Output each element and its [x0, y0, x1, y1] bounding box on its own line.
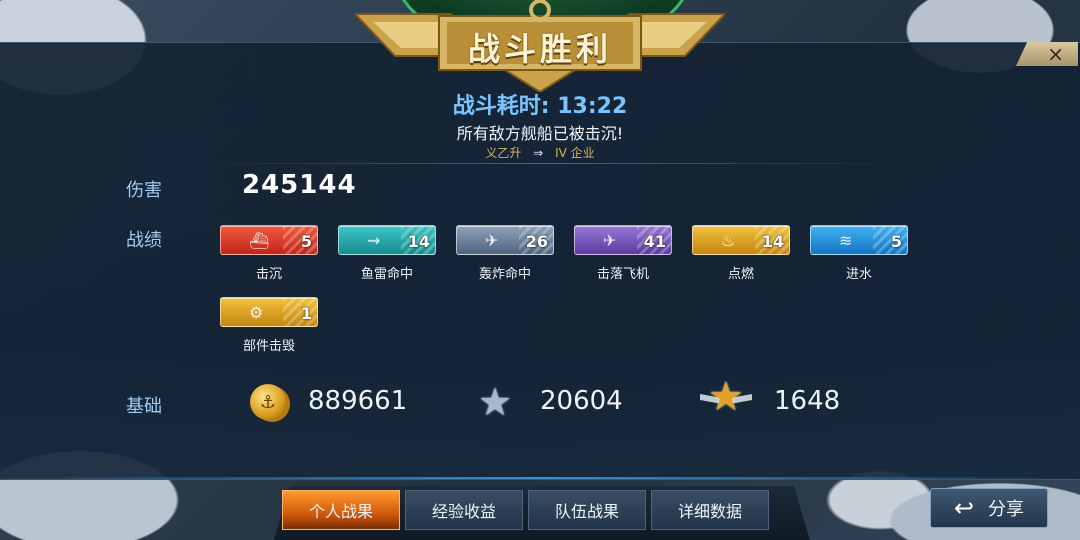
medal-badge: ≋ 5 — [810, 225, 908, 255]
duration-label: 战斗耗时: — [452, 94, 550, 119]
xp-value: 20604 — [540, 386, 623, 416]
commander-xp-star-icon: ★ — [700, 374, 752, 420]
victory-title: 战斗胜利 — [467, 30, 612, 68]
gear-icon: ⚙ — [249, 303, 264, 322]
medal-name: 轰炸命中 — [478, 267, 531, 282]
torpedo-icon: ⇝ — [367, 231, 381, 250]
share-label: 分享 — [988, 499, 1025, 520]
player-name: 义乙升 — [485, 146, 522, 160]
medal-name: 鱼雷命中 — [360, 267, 413, 282]
tab-detailed-data[interactable]: 详细数据 — [651, 490, 769, 530]
medal-sink[interactable]: ⛴ 5 击沉 — [220, 225, 320, 282]
result-message: 所有敌方舰船已被击沉! — [456, 124, 624, 143]
medal-fire[interactable]: ♨ 14 点燃 — [692, 225, 792, 282]
credits-coin-icon: ⚓ — [250, 384, 286, 420]
medal-count: 26 — [525, 232, 548, 251]
credits-value: 889661 — [308, 386, 408, 416]
commander-xp-value: 1648 — [774, 386, 841, 416]
medal-name: 击落飞机 — [596, 267, 649, 282]
share-arrow-icon: ↩ — [953, 494, 975, 522]
medal-name: 击沉 — [255, 267, 282, 282]
duration-value: 13:22 — [557, 94, 628, 119]
xp-star-icon: ★ — [478, 380, 513, 424]
damage-label: 伤害 — [126, 180, 162, 201]
medal-count: 5 — [300, 232, 312, 251]
player-ship-line: 义乙升 ⇒ IV 企业 — [0, 144, 1080, 161]
ship-sinking-icon: ⛴ — [249, 231, 270, 250]
medal-count: 5 — [890, 232, 902, 251]
medal-module-destroyed[interactable]: ⚙ 1 部件击毁 — [220, 297, 320, 354]
medal-badge: ♨ 14 — [692, 225, 790, 255]
plane-icon: ✈ — [603, 231, 617, 250]
medal-torpedo-hit[interactable]: ⇝ 14 鱼雷命中 — [338, 225, 438, 282]
medal-badge: ⇝ 14 — [338, 225, 436, 255]
medal-badge: ✈ 41 — [574, 225, 672, 255]
tab-bar: 个人战果 经验收益 队伍战果 详细数据 — [282, 490, 774, 532]
medals-label: 战绩 — [126, 230, 162, 251]
damage-value: 245144 — [242, 170, 357, 200]
medal-count: 1 — [300, 304, 312, 323]
tab-xp-earnings[interactable]: 经验收益 — [405, 490, 523, 530]
bomb-icon: ✈ — [485, 231, 499, 250]
battle-duration: 战斗耗时: 13:22 — [0, 88, 1080, 120]
base-label: 基础 — [126, 396, 162, 417]
flood-icon: ≋ — [839, 231, 853, 250]
share-button[interactable]: ↩ 分享 — [930, 488, 1048, 528]
fire-icon: ♨ — [721, 231, 736, 250]
medal-bomb-hit[interactable]: ✈ 26 轰炸命中 — [456, 225, 556, 282]
ship-tier: IV — [555, 146, 567, 160]
tab-personal-results[interactable]: 个人战果 — [282, 490, 400, 530]
arrow-icon: ⇒ — [533, 146, 544, 160]
medal-name: 点燃 — [727, 267, 754, 282]
close-icon: × — [1047, 42, 1064, 66]
tab-team-results[interactable]: 队伍战果 — [528, 490, 646, 530]
medal-name: 进水 — [845, 267, 872, 282]
medal-planes-shot[interactable]: ✈ 41 击落飞机 — [574, 225, 674, 282]
ship-name: 企业 — [570, 146, 595, 160]
divider — [200, 163, 900, 164]
medal-count: 14 — [407, 232, 430, 251]
medal-count: 14 — [761, 232, 784, 251]
medal-flooding[interactable]: ≋ 5 进水 — [810, 225, 910, 282]
medal-name: 部件击毁 — [242, 339, 295, 354]
medal-badge: ⚙ 1 — [220, 297, 318, 327]
medal-badge: ⛴ 5 — [220, 225, 318, 255]
medal-count: 41 — [643, 232, 666, 251]
medal-badge: ✈ 26 — [456, 225, 554, 255]
